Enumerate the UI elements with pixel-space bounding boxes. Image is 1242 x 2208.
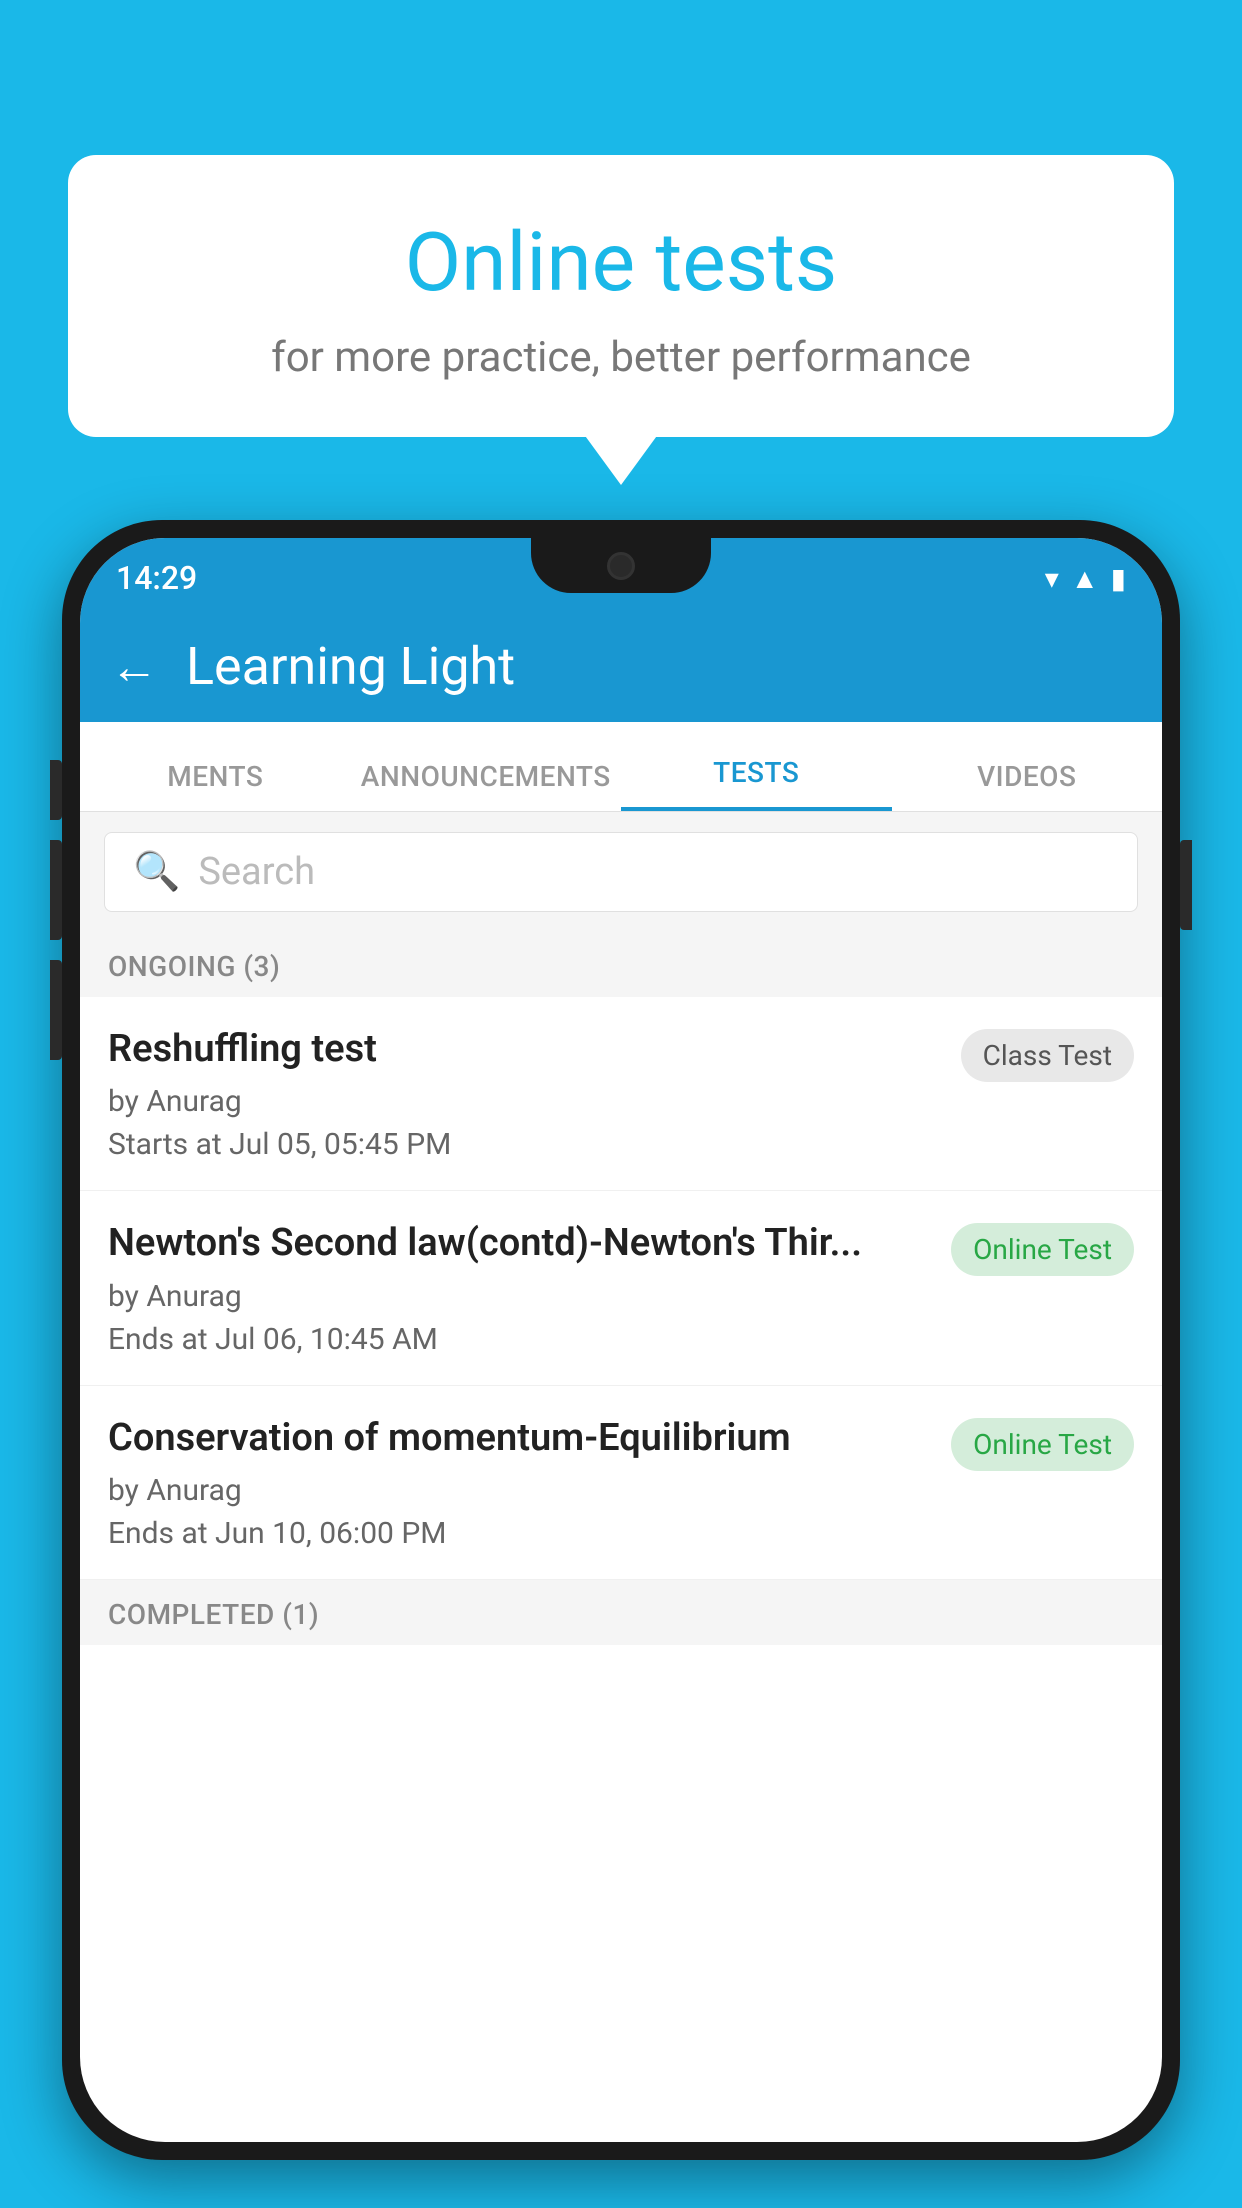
completed-section: COMPLETED (1): [80, 1580, 1162, 1645]
status-time: 14:29: [116, 559, 197, 597]
phone-vol-down-button: [50, 960, 62, 1060]
test-item-2[interactable]: Newton's Second law(contd)-Newton's Thir…: [80, 1191, 1162, 1385]
completed-label: COMPLETED (1): [108, 1598, 1134, 1631]
phone-screen: 14:29 ▾ ▲ ▮ ← Learning Light MENTS ANNOU…: [80, 538, 1162, 2142]
phone-mute-button: [50, 760, 62, 820]
tab-videos[interactable]: VIDEOS: [892, 760, 1163, 811]
phone-vol-up-button: [50, 840, 62, 940]
phone-camera: [607, 552, 635, 580]
test-date-1: Starts at Jul 05, 05:45 PM: [108, 1127, 941, 1162]
search-icon: 🔍: [133, 850, 180, 894]
test-name-3: Conservation of momentum-Equilibrium: [108, 1414, 931, 1463]
tab-tests[interactable]: TESTS: [621, 756, 892, 811]
search-input[interactable]: Search: [198, 850, 315, 894]
test-date-2: Ends at Jul 06, 10:45 AM: [108, 1322, 931, 1357]
test-by-3: by Anurag: [108, 1473, 931, 1508]
test-name-2: Newton's Second law(contd)-Newton's Thir…: [108, 1219, 931, 1268]
phone-notch: [531, 538, 711, 593]
bubble-title: Online tests: [118, 215, 1124, 311]
search-container: 🔍 Search: [80, 812, 1162, 932]
test-item-1[interactable]: Reshuffling test by Anurag Starts at Jul…: [80, 997, 1162, 1191]
tab-ments[interactable]: MENTS: [80, 760, 351, 811]
back-button[interactable]: ←: [110, 638, 158, 695]
test-name-1: Reshuffling test: [108, 1025, 941, 1074]
test-badge-2: Online Test: [951, 1223, 1134, 1276]
test-info-2: Newton's Second law(contd)-Newton's Thir…: [108, 1219, 951, 1356]
test-badge-1: Class Test: [961, 1029, 1134, 1082]
test-info-1: Reshuffling test by Anurag Starts at Jul…: [108, 1025, 961, 1162]
speech-bubble: Online tests for more practice, better p…: [68, 155, 1174, 437]
tab-announcements[interactable]: ANNOUNCEMENTS: [351, 760, 622, 811]
test-date-3: Ends at Jun 10, 06:00 PM: [108, 1516, 931, 1551]
tab-bar: MENTS ANNOUNCEMENTS TESTS VIDEOS: [80, 722, 1162, 812]
battery-icon: ▮: [1111, 562, 1126, 595]
search-bar[interactable]: 🔍 Search: [104, 832, 1138, 912]
test-item-3[interactable]: Conservation of momentum-Equilibrium by …: [80, 1386, 1162, 1580]
test-list: Reshuffling test by Anurag Starts at Jul…: [80, 997, 1162, 1580]
test-by-1: by Anurag: [108, 1084, 941, 1119]
app-bar: ← Learning Light: [80, 610, 1162, 722]
signal-icon: ▲: [1071, 562, 1099, 595]
status-icons: ▾ ▲ ▮: [1045, 562, 1126, 595]
ongoing-section-label: ONGOING (3): [80, 932, 1162, 997]
phone-power-button: [1180, 840, 1192, 930]
bubble-subtitle: for more practice, better performance: [118, 333, 1124, 382]
phone-outer: 14:29 ▾ ▲ ▮ ← Learning Light MENTS ANNOU…: [62, 520, 1180, 2160]
test-by-2: by Anurag: [108, 1279, 931, 1314]
test-badge-3: Online Test: [951, 1418, 1134, 1471]
app-title: Learning Light: [186, 636, 515, 697]
test-info-3: Conservation of momentum-Equilibrium by …: [108, 1414, 951, 1551]
phone-container: 14:29 ▾ ▲ ▮ ← Learning Light MENTS ANNOU…: [62, 520, 1180, 2208]
wifi-icon: ▾: [1045, 562, 1059, 595]
